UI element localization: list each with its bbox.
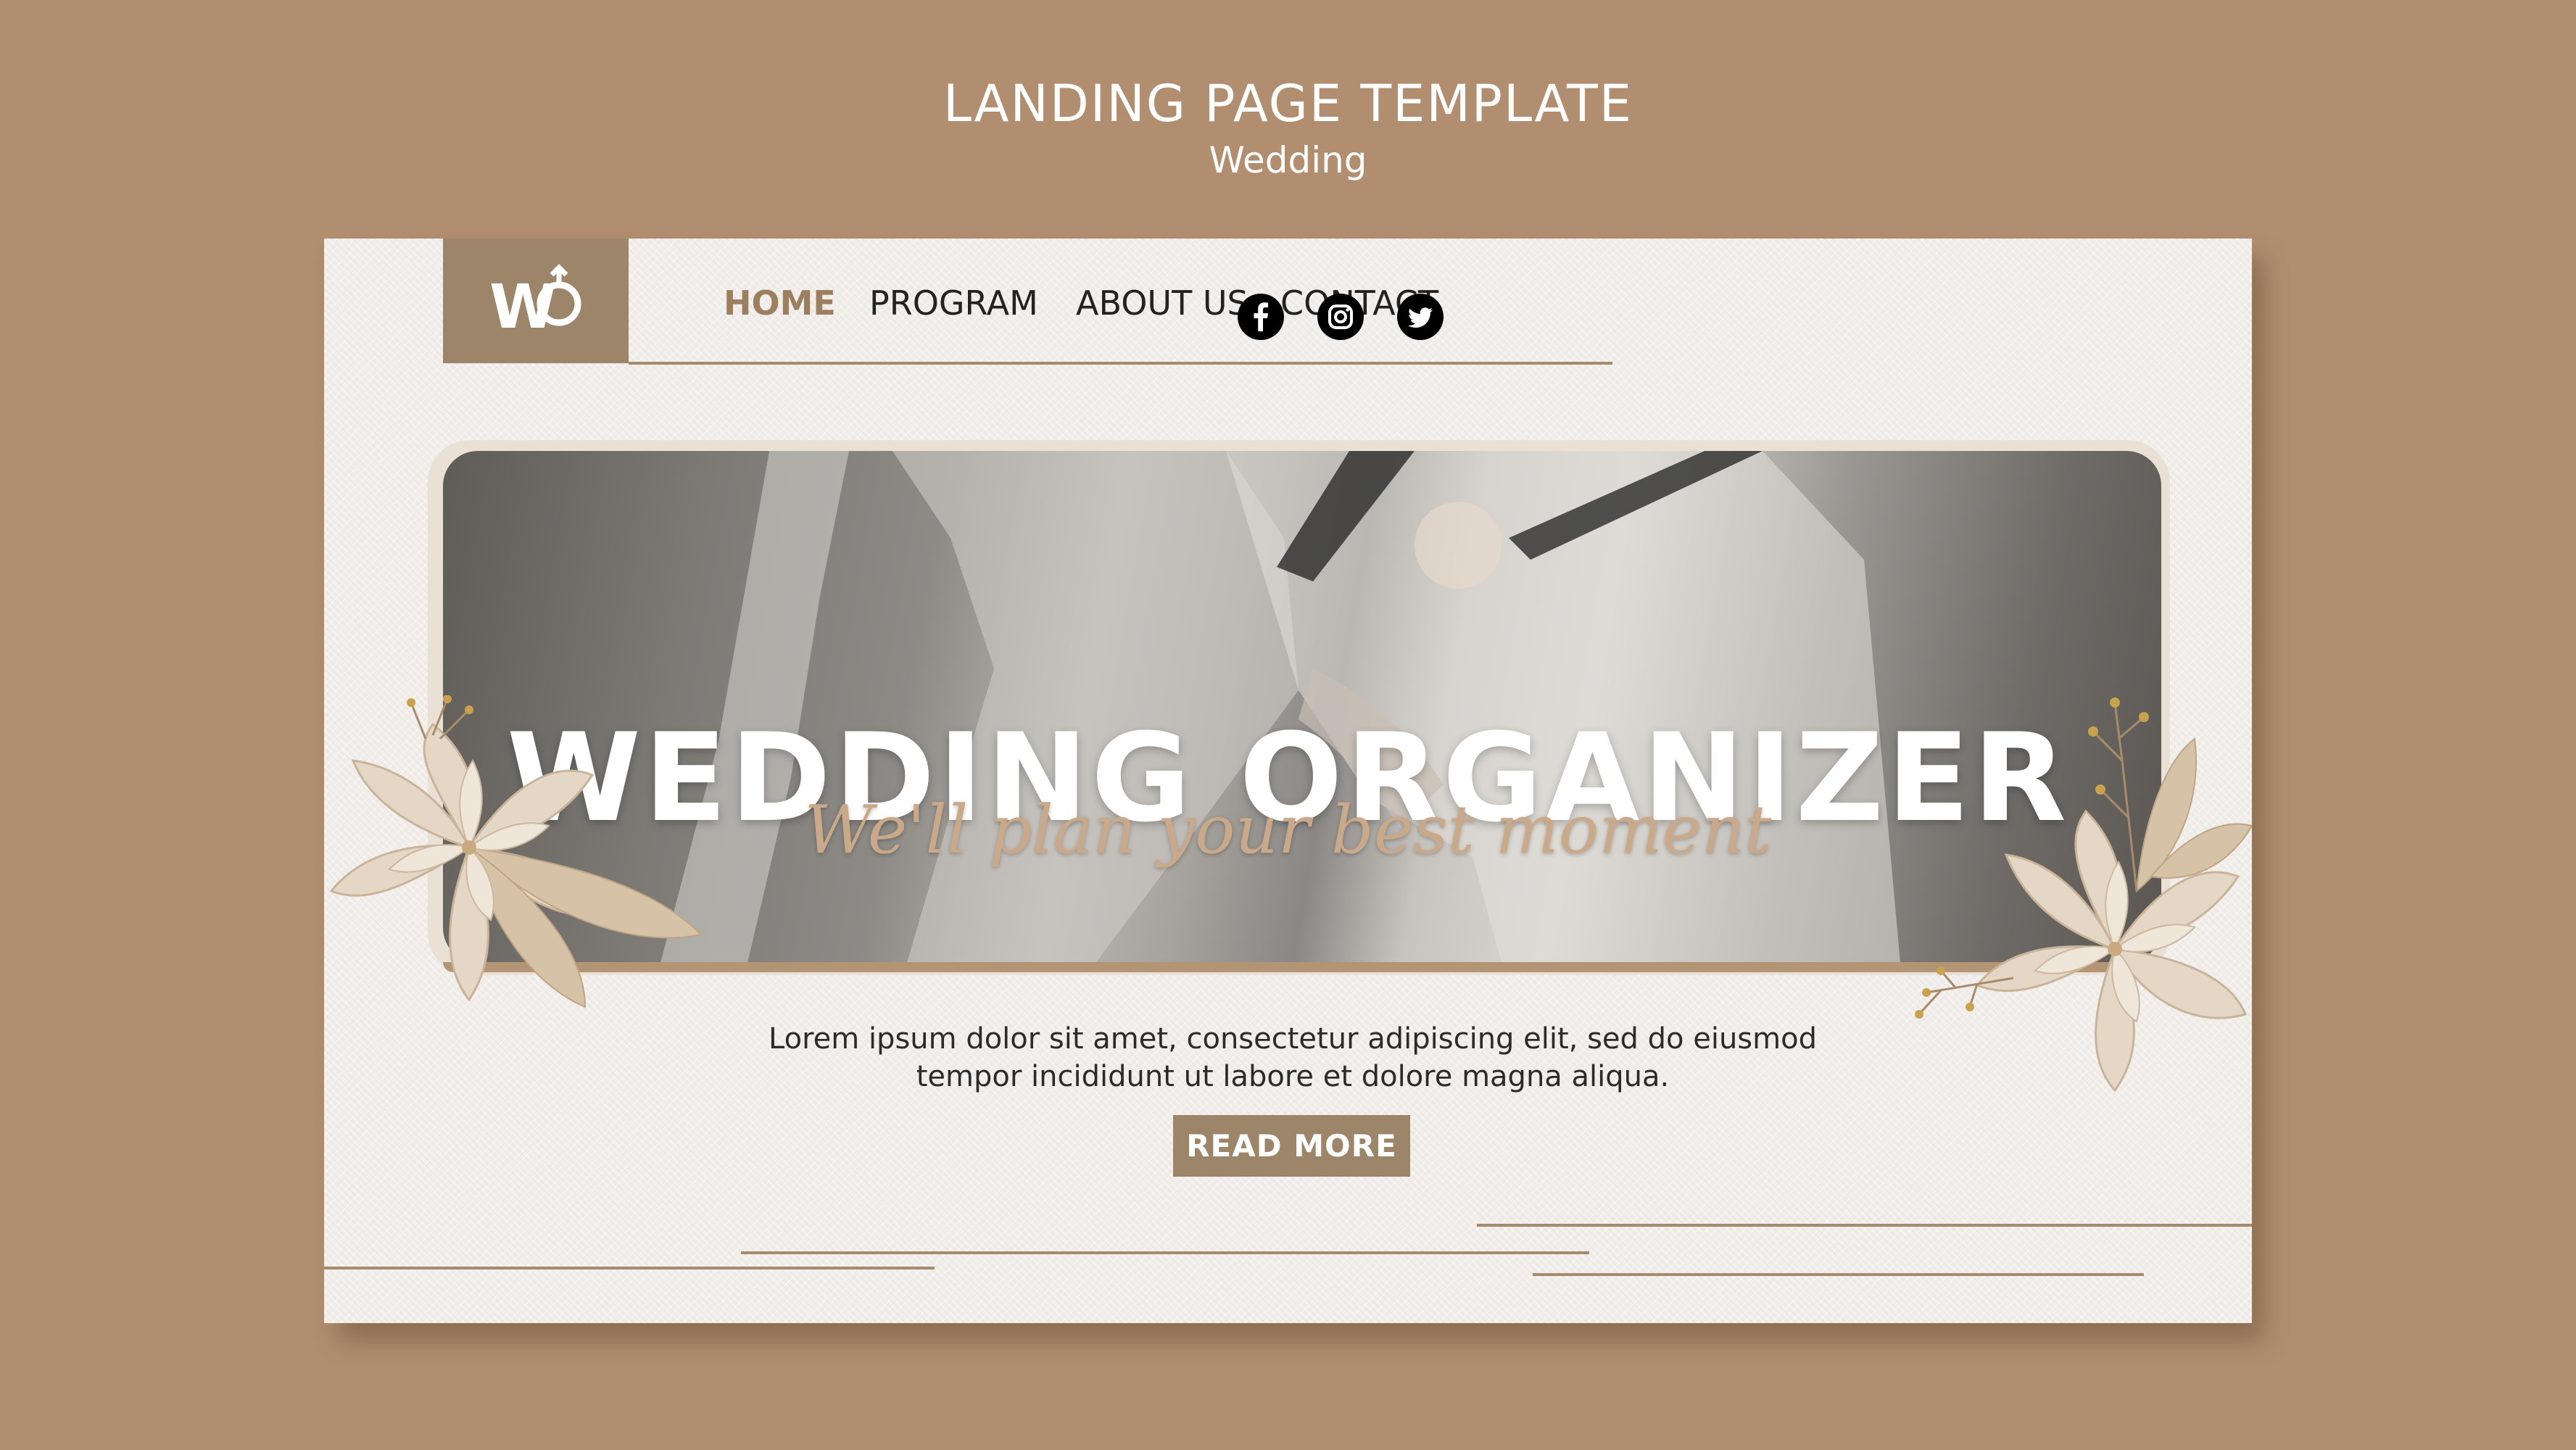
nav-item-about-us[interactable]: ABOUT US <box>1076 283 1248 323</box>
decorative-line <box>741 1251 1589 1254</box>
landing-page-card: W HOME PROGRAM ABOUT US CONTACT <box>324 239 2252 1323</box>
logo[interactable]: W <box>443 239 629 363</box>
decorative-line <box>324 1267 935 1269</box>
decorative-line <box>1533 1273 2144 1276</box>
decorative-line <box>1477 1224 2252 1227</box>
left-flower-decoration <box>329 695 701 1008</box>
read-more-button[interactable]: READ MORE <box>1173 1115 1410 1177</box>
description-text: Lorem ipsum dolor sit amet, consectetur … <box>769 1022 1817 1093</box>
page-title: LANDING PAGE TEMPLATE <box>943 74 1633 133</box>
wedding-rings-logo-icon: W <box>489 264 581 342</box>
instagram-icon[interactable] <box>1317 294 1364 340</box>
page-subtitle: Wedding <box>1209 139 1367 181</box>
twitter-icon[interactable] <box>1397 294 1444 340</box>
nav-item-program[interactable]: PROGRAM <box>869 283 1038 323</box>
nav-underline <box>629 362 1612 365</box>
facebook-icon[interactable] <box>1238 294 1284 340</box>
svg-text:W: W <box>489 271 557 342</box>
nav-item-home[interactable]: HOME <box>724 283 836 323</box>
right-flower-decoration <box>1915 697 2252 1093</box>
